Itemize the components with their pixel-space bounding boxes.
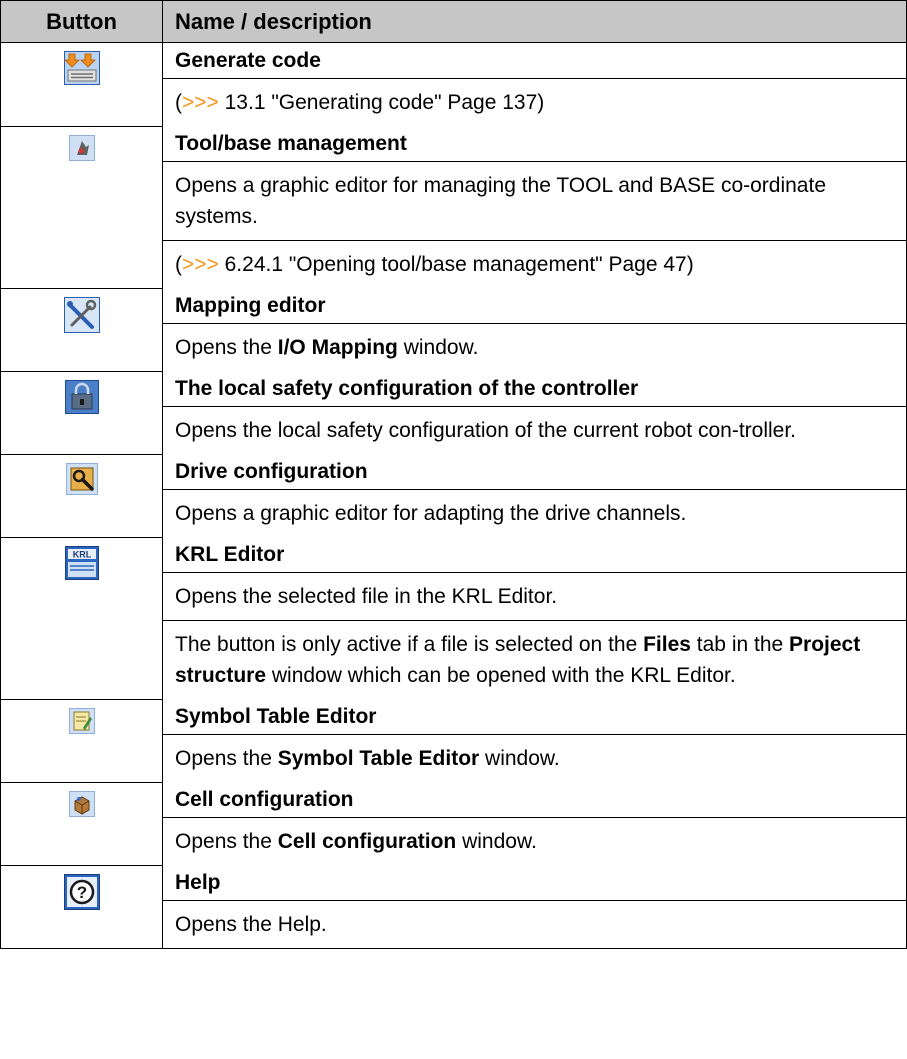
icon-cell: ? [0,864,163,949]
description: The button is only active if a file is s… [175,633,861,687]
row-title: The local safety configuration of the co… [163,371,906,407]
table-row: The local safety configuration of the co… [0,370,907,455]
xref-arrows: >>> [182,253,219,276]
table-row: Drive configuration Opens a graphic edit… [0,453,907,538]
description: Opens a graphic editor for adapting the … [175,502,687,525]
cell-config-icon [68,790,95,817]
table-row: Mapping editor Opens the I/O Mapping win… [0,287,907,372]
row-title: Help [163,865,906,901]
ui-term: I/O Mapping [277,336,398,359]
row-title: Cell configuration [163,782,906,818]
table-row: Cell configuration Opens the Cell config… [0,781,907,866]
row-title: Symbol Table Editor [163,699,906,735]
icon-cell [0,781,163,866]
row-title: Generate code [163,43,906,79]
header-name-description: Name / description [162,0,907,43]
svg-text:KRL: KRL [72,549,91,559]
description: Opens a graphic editor for managing the … [163,162,906,241]
tool-base-icon [68,134,95,161]
header-button: Button [0,0,163,43]
table-row: Generate code (>>> 13.1 "Generating code… [0,42,907,127]
icon-cell [0,698,163,783]
table-row: Symbol Table Editor Opens the Symbol Tab… [0,698,907,783]
row-title: Mapping editor [163,288,906,324]
table-row: ? Help Opens the Help. [0,864,907,949]
krl-editor-icon: KRL [64,545,99,580]
description: Opens the Symbol Table Editor window. [175,747,560,770]
description: Opens the Help. [175,913,327,936]
description: Opens the selected file in the KRL Edito… [163,573,906,621]
icon-cell: KRL [0,536,163,700]
safety-config-icon [64,379,99,414]
description: Opens the local safety configuration of … [175,419,797,442]
row-title: Tool/base management [163,126,906,162]
ui-term: Cell configuration [277,830,457,853]
ui-term: Symbol Table Editor [277,747,480,770]
icon-cell [0,287,163,372]
description: Opens the I/O Mapping window. [175,336,479,359]
icon-cell [0,42,163,127]
table-row: KRL KRL Editor Opens the selected file i… [0,536,907,700]
generate-code-icon [63,51,100,85]
cross-reference[interactable]: (>>> 6.24.1 "Opening tool/base managemen… [163,241,906,288]
drive-config-icon [65,462,98,495]
table-header-row: Button Name / description [0,0,907,43]
svg-text:?: ? [76,883,86,902]
description: Opens the Cell configuration window. [175,830,537,853]
cross-reference[interactable]: (>>> 13.1 "Generating code" Page 137) [163,79,906,126]
icon-cell [0,370,163,455]
row-title: KRL Editor [163,537,906,573]
mapping-editor-icon [63,296,100,333]
help-icon: ? [63,873,100,910]
ui-term: Files [643,633,691,656]
button-table: Button Name / description Generate code … [0,0,907,949]
icon-cell [0,125,163,289]
xref-arrows: >>> [182,91,219,114]
table-row: Tool/base management Opens a graphic edi… [0,125,907,289]
row-title: Drive configuration [163,454,906,490]
icon-cell [0,453,163,538]
symbol-table-icon [68,707,95,734]
